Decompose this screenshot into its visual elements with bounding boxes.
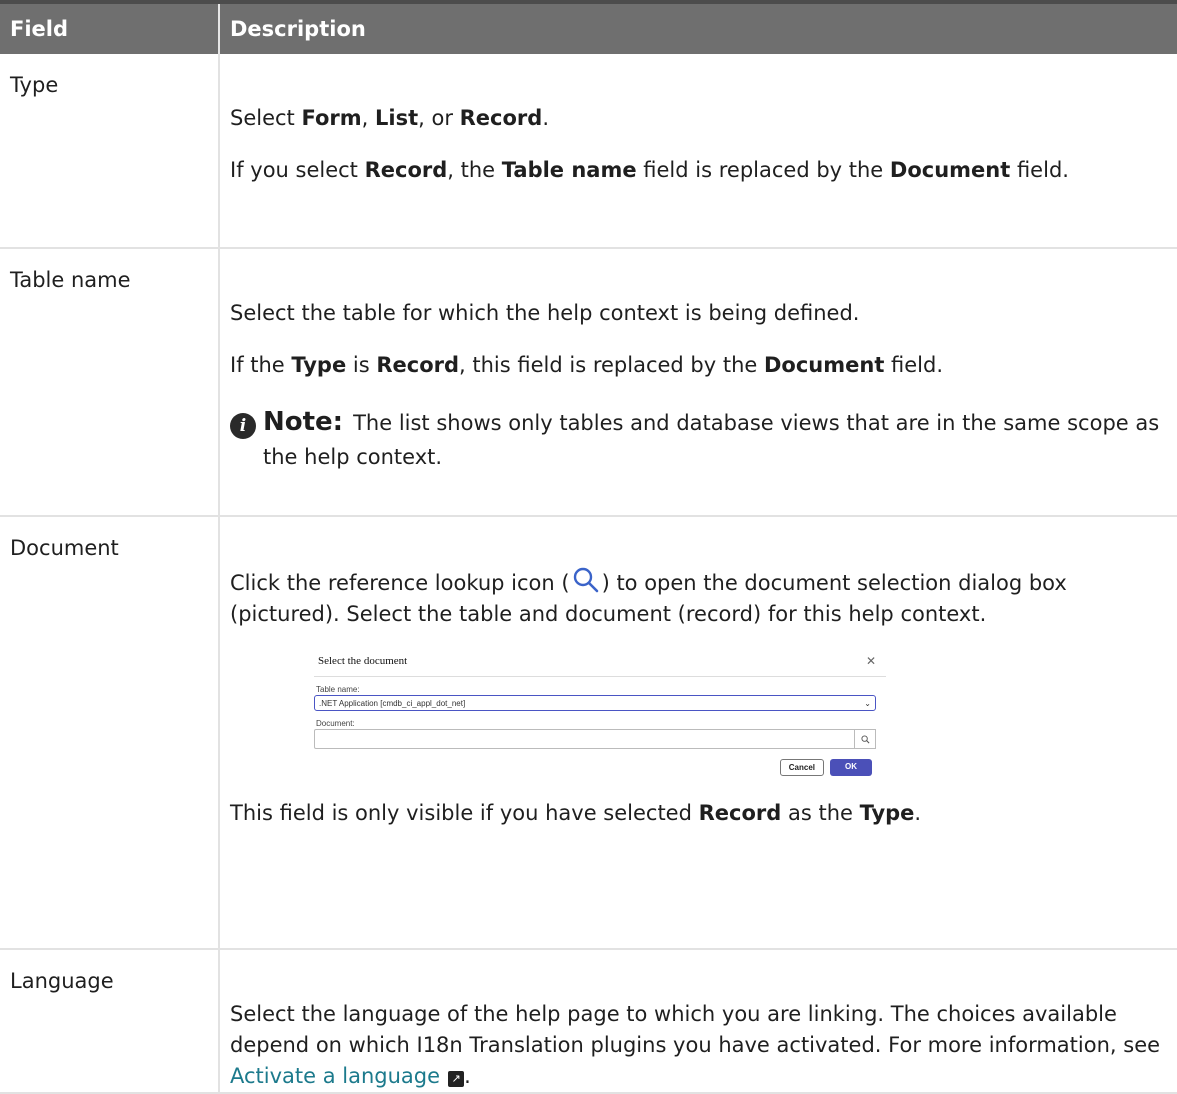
document-selection-dialog: Select the document ✕ Table name: .NET A… [314,648,886,776]
note-label: Note: [263,407,344,437]
table-name-paragraph-1: Select the table for which the help cont… [230,301,860,325]
document-label: Document: [316,719,355,728]
search-icon [573,567,598,593]
table-row-document: Document Click the reference lookup icon… [0,516,1177,950]
dialog-title: Select the document [318,655,408,667]
search-icon [860,734,869,743]
activate-language-link[interactable]: Activate a language [230,1064,440,1088]
column-header-field: Field [0,0,220,54]
field-name-document: Document [0,516,220,950]
table-row-table-name: Table name Select the table for which th… [0,248,1177,517]
document-paragraph-2: This field is only visible if you have s… [230,801,922,825]
info-icon: i [230,413,256,439]
note-callout: i Note: The list shows only tables and da… [230,405,1167,474]
language-paragraph-1: Select the language of the help page to … [230,1002,1161,1088]
external-link-icon: ↗ [448,1071,465,1087]
lookup-button[interactable] [855,729,876,749]
table-name-paragraph-2: If the Type is Record, this field is rep… [230,353,944,377]
table-name-select[interactable]: .NET Application [cmdb_ci_appl_dot_net] … [314,695,876,711]
description-table-name: Select the table for which the help cont… [219,248,1177,517]
field-name-type: Type [0,54,220,249]
column-header-description: Description [219,0,1177,54]
type-paragraph-2: If you select Record, the Table name fie… [230,158,1069,182]
table-header-row: Field Description [0,0,1177,54]
cancel-button[interactable]: Cancel [779,759,824,776]
table-row-type: Type Select Form, List, or Record. If yo… [0,54,1177,249]
type-paragraph-1: Select Form, List, or Record. [230,106,550,130]
chevron-down-icon: ⌄ [864,698,871,708]
table-row-language: Language Select the language of the help… [0,949,1177,1094]
field-description-table: Field Description Type Select Form, List… [0,0,1177,1094]
document-paragraph-1: Click the reference lookup icon () to op… [230,566,1167,630]
ok-button[interactable]: OK [830,759,872,776]
description-type: Select Form, List, or Record. If you sel… [219,54,1177,249]
field-name-language: Language [0,949,220,1094]
note-text: The list shows only tables and database … [263,411,1160,469]
description-language: Select the language of the help page to … [219,949,1177,1094]
document-input[interactable] [314,729,855,749]
close-icon[interactable]: ✕ [866,654,876,668]
field-name-table-name: Table name [0,248,220,517]
table-name-label: Table name: [316,685,360,694]
description-document: Click the reference lookup icon () to op… [219,516,1177,950]
